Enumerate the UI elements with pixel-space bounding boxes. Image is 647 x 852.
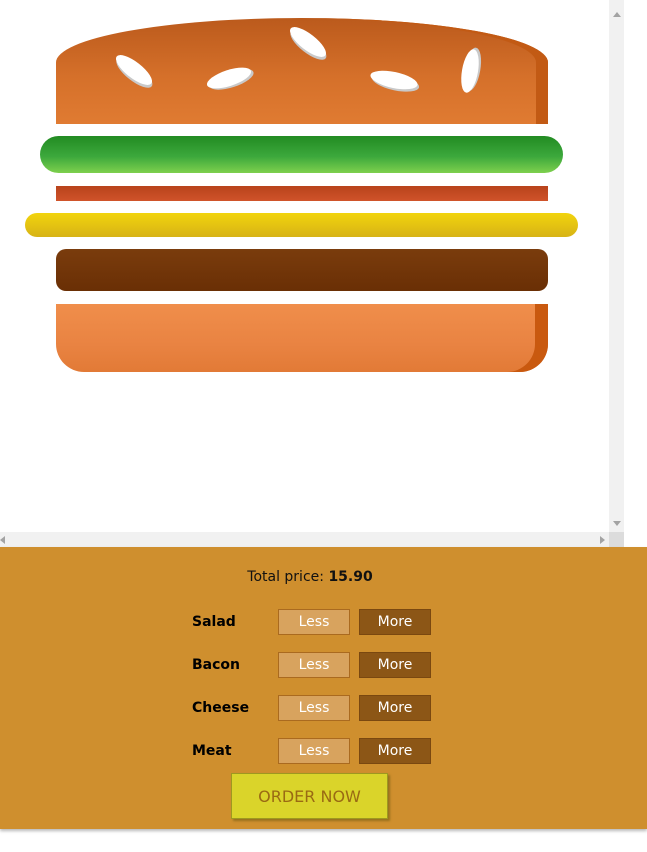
order-now-button[interactable]: ORDER NOW <box>231 773 388 819</box>
cheese-less-button[interactable]: Less <box>278 695 350 721</box>
scrollbar-corner <box>609 532 624 547</box>
bacon-layer <box>56 186 548 201</box>
seed-5 <box>458 47 482 95</box>
total-price-label: Total price: <box>247 569 324 585</box>
meat-label: Meat <box>192 743 232 759</box>
total-price-value: 15.90 <box>328 569 373 585</box>
bacon-label: Bacon <box>192 657 241 673</box>
cheese-more-button[interactable]: More <box>359 695 431 721</box>
build-controls: Total price: 15.90 Salad Less More Bacon… <box>0 547 647 829</box>
scroll-right-arrow-icon[interactable] <box>600 536 605 544</box>
vertical-scrollbar[interactable] <box>609 0 624 532</box>
meat-less-button[interactable]: Less <box>278 738 350 764</box>
seed-3 <box>285 22 331 62</box>
bacon-more-button[interactable]: More <box>359 652 431 678</box>
scroll-down-arrow-icon[interactable] <box>613 521 621 526</box>
bacon-less-button[interactable]: Less <box>278 652 350 678</box>
cheese-label: Cheese <box>192 700 250 716</box>
total-price: Total price: 15.90 <box>0 569 620 585</box>
burger-preview <box>0 0 609 532</box>
seed-1 <box>111 50 157 90</box>
seed-2 <box>204 63 254 93</box>
cheese-layer <box>25 213 578 237</box>
salad-layer <box>40 136 563 173</box>
meat-layer <box>56 249 548 291</box>
scroll-up-arrow-icon[interactable] <box>613 12 621 17</box>
seed-4 <box>368 67 420 93</box>
meat-more-button[interactable]: More <box>359 738 431 764</box>
bread-top <box>56 18 548 124</box>
salad-more-button[interactable]: More <box>359 609 431 635</box>
scroll-left-arrow-icon[interactable] <box>0 536 5 544</box>
salad-less-button[interactable]: Less <box>278 609 350 635</box>
horizontal-scrollbar[interactable] <box>0 532 609 547</box>
salad-label: Salad <box>192 614 236 630</box>
bread-bottom <box>56 304 548 372</box>
